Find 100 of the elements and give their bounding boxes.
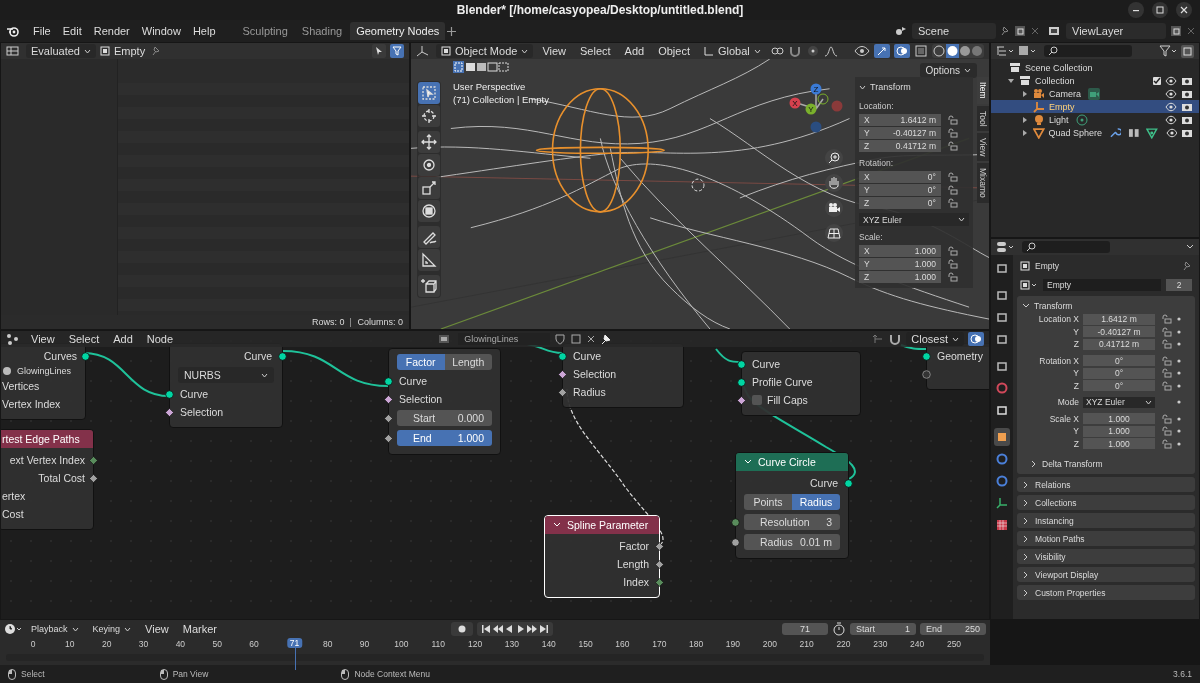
eye-icon[interactable] xyxy=(1165,127,1178,138)
camera-icon[interactable] xyxy=(825,199,843,217)
maximize-icon[interactable] xyxy=(1152,2,1168,18)
workspace-tab[interactable]: Sculpting xyxy=(236,22,294,40)
chevron-down-icon[interactable] xyxy=(1186,244,1194,250)
current-frame-field[interactable]: 71 xyxy=(782,623,828,635)
node-header[interactable]: Spline Parameter xyxy=(545,516,659,534)
library-icon[interactable] xyxy=(1018,45,1036,57)
socket-icon[interactable] xyxy=(731,517,740,527)
number-field[interactable]: X 1.6412 m xyxy=(859,114,941,126)
proportional-edit-icon[interactable] xyxy=(805,45,820,57)
node-header[interactable]: rtest Edge Paths xyxy=(1,430,93,448)
menu-item[interactable]: Select xyxy=(575,43,616,59)
orientation-dropdown[interactable]: Global xyxy=(699,44,766,58)
number-field[interactable]: Y 0° xyxy=(859,184,941,196)
socket-icon[interactable] xyxy=(384,394,393,404)
eye-icon[interactable] xyxy=(1165,75,1177,86)
mode-toggle[interactable]: Length xyxy=(444,354,492,370)
lock-icon[interactable] xyxy=(947,272,958,282)
panel-header[interactable]: Instancing xyxy=(1017,513,1195,528)
tool-button[interactable] xyxy=(418,105,440,127)
stopwatch-icon[interactable] xyxy=(832,622,846,636)
hand-icon[interactable] xyxy=(825,174,843,192)
lock-icon[interactable] xyxy=(1160,368,1172,379)
number-field[interactable]: Z 1.000 xyxy=(859,271,941,283)
number-field[interactable]: 0.41712 m xyxy=(1083,338,1155,350)
menu-item[interactable]: Marker xyxy=(177,621,222,637)
mode-toggle[interactable]: Factor xyxy=(397,354,445,370)
number-field[interactable]: Z 0.41712 m xyxy=(859,140,941,152)
socket-icon[interactable] xyxy=(165,389,174,399)
start-frame-field[interactable]: Start 1 xyxy=(850,623,916,635)
minimize-icon[interactable] xyxy=(1128,2,1144,18)
editor-type-icon[interactable] xyxy=(996,241,1014,253)
gizmo-toggle-icon[interactable] xyxy=(874,44,890,58)
evaluation-dropdown[interactable]: Evaluated xyxy=(26,44,96,58)
workspace-tab[interactable]: Shading xyxy=(295,22,349,40)
mode-toggle[interactable]: Radius xyxy=(792,494,840,510)
socket-icon[interactable] xyxy=(655,577,664,587)
exclude-checkbox[interactable] xyxy=(1153,76,1161,85)
snap-icon[interactable] xyxy=(888,333,903,345)
search-field[interactable] xyxy=(1022,241,1110,253)
menu-item[interactable]: Render xyxy=(88,23,135,39)
lock-icon[interactable] xyxy=(947,185,958,195)
socket-icon[interactable] xyxy=(922,351,931,361)
lock-icon[interactable] xyxy=(947,115,958,125)
number-field[interactable]: X 1.000 xyxy=(859,245,941,257)
app-logo-icon[interactable] xyxy=(6,25,20,37)
menu-item[interactable]: Object xyxy=(653,43,695,59)
node-tree-field[interactable]: GlowingLines xyxy=(458,333,551,345)
expand-arrow-icon[interactable] xyxy=(1021,89,1029,98)
camera-icon[interactable] xyxy=(1181,127,1193,138)
tool-button[interactable] xyxy=(418,177,440,199)
socket-icon[interactable] xyxy=(655,541,664,551)
keyframe-dot-icon[interactable] xyxy=(1177,342,1181,347)
pin-icon[interactable] xyxy=(600,333,613,345)
filter-icon[interactable] xyxy=(1159,45,1177,57)
lock-icon[interactable] xyxy=(947,141,958,151)
falloff-icon[interactable] xyxy=(823,45,838,57)
panel-header[interactable]: Transform xyxy=(859,79,969,95)
lock-icon[interactable] xyxy=(947,246,958,256)
number-field[interactable]: 1.000 xyxy=(1083,413,1155,425)
end-frame-field[interactable]: End 250 xyxy=(920,623,986,635)
visibility-icon[interactable] xyxy=(854,45,870,57)
number-field[interactable]: Y -0.40127 m xyxy=(859,127,941,139)
socket-icon[interactable] xyxy=(81,351,90,361)
tool-button[interactable] xyxy=(418,249,440,271)
outliner-item[interactable]: Light xyxy=(1049,114,1069,125)
keyframe-dot-icon[interactable] xyxy=(1177,429,1181,434)
outliner-item[interactable]: Quad Sphere xyxy=(1048,127,1103,138)
socket-icon[interactable] xyxy=(384,413,393,423)
eye-icon[interactable] xyxy=(1165,88,1177,99)
xray-icon[interactable] xyxy=(914,44,928,58)
sidebar-tab[interactable]: Mixamo xyxy=(977,163,989,204)
socket-icon[interactable] xyxy=(278,351,287,361)
socket-icon[interactable] xyxy=(922,369,931,379)
socket-icon[interactable] xyxy=(165,407,174,417)
camera-icon[interactable] xyxy=(1181,75,1193,86)
mode-toggle[interactable]: Points xyxy=(744,494,792,510)
mesh-data-icon[interactable] xyxy=(1146,126,1158,139)
editor-type-icon[interactable] xyxy=(4,623,22,635)
view-layer-icon[interactable] xyxy=(1048,25,1062,37)
panel-header[interactable]: Relations xyxy=(1017,477,1195,492)
mode-dropdown[interactable]: Object Mode xyxy=(436,44,534,58)
selection-mode-icons[interactable] xyxy=(453,61,509,73)
lock-icon[interactable] xyxy=(1160,314,1172,325)
menu-item[interactable]: File xyxy=(28,23,56,39)
lock-icon[interactable] xyxy=(947,259,958,269)
expand-arrow-icon[interactable] xyxy=(1021,128,1029,137)
socket-icon[interactable] xyxy=(737,395,746,405)
overlays-icon[interactable] xyxy=(894,44,910,58)
object-name-field[interactable]: Empty xyxy=(1043,279,1161,291)
shading-modes-icon[interactable] xyxy=(932,44,984,58)
value-field[interactable]: Resolution 3 xyxy=(744,514,840,530)
number-field[interactable]: 0° xyxy=(1083,380,1155,392)
rotation-mode-dropdown[interactable]: XYZ Euler xyxy=(859,213,969,226)
display-mode-icon[interactable] xyxy=(996,45,1014,57)
object-tab-icon[interactable] xyxy=(994,428,1010,446)
menu-item[interactable]: Help xyxy=(187,23,221,39)
new-collection-icon[interactable] xyxy=(1181,44,1194,58)
search-field[interactable] xyxy=(1044,45,1132,57)
